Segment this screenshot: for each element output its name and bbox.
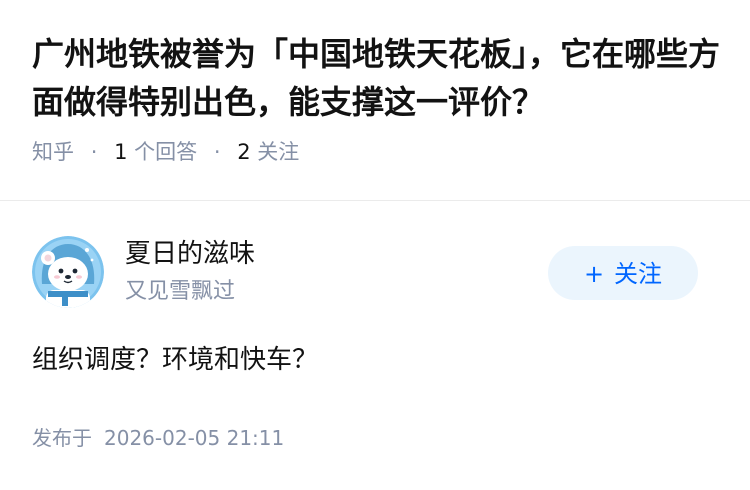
zhihu-question-page: 广州地铁被誉为「中国地铁天花板」，它在哪些方面做得特别出色，能支撑这一评价？ 知…	[0, 0, 750, 490]
plus-icon: +	[583, 260, 605, 288]
answer-count-link[interactable]: 1 个回答	[114, 140, 204, 164]
answer-content[interactable]: 组织调度？环境和快车？	[32, 340, 318, 380]
cartoon-bear-avatar-icon	[32, 236, 104, 308]
avatar[interactable]	[32, 236, 104, 308]
published-timestamp: 2026-02-05 21:11	[104, 426, 285, 450]
author-name[interactable]: 夏日的滋味	[125, 236, 255, 272]
meta-separator-dot: ·	[90, 140, 98, 164]
answer-count-label: 个回答	[134, 140, 198, 164]
meta-separator-dot: ·	[213, 140, 221, 164]
answer-published-time: 发布于 2026-02-05 21:11	[32, 423, 284, 453]
author-row: 夏日的滋味 又见雪飘过 + 关注	[32, 236, 718, 316]
follower-count: 2	[237, 140, 251, 164]
follower-count-link[interactable]: 2 关注	[237, 140, 299, 164]
answer-count: 1	[114, 140, 128, 164]
question-title[interactable]: 广州地铁被誉为「中国地铁天花板」，它在哪些方面做得特别出色，能支撑这一评价？	[32, 30, 732, 126]
source-label[interactable]: 知乎	[32, 140, 74, 164]
follow-button-label: 关注	[614, 260, 663, 288]
follower-count-label: 关注	[257, 140, 300, 164]
question-meta: 知乎 · 1 个回答 · 2 关注	[32, 137, 732, 167]
answer-card: 夏日的滋味 又见雪飘过 + 关注 组织调度？环境和快车？ 发布于 2026-02-0…	[32, 236, 718, 450]
question-header: 广州地铁被誉为「中国地铁天花板」，它在哪些方面做得特别出色，能支撑这一评价？ 知…	[32, 30, 732, 167]
section-divider	[0, 200, 750, 201]
author-headline: 又见雪飘过	[125, 279, 236, 304]
published-label: 发布于	[32, 426, 92, 450]
follow-button[interactable]: + 关注	[548, 246, 698, 300]
